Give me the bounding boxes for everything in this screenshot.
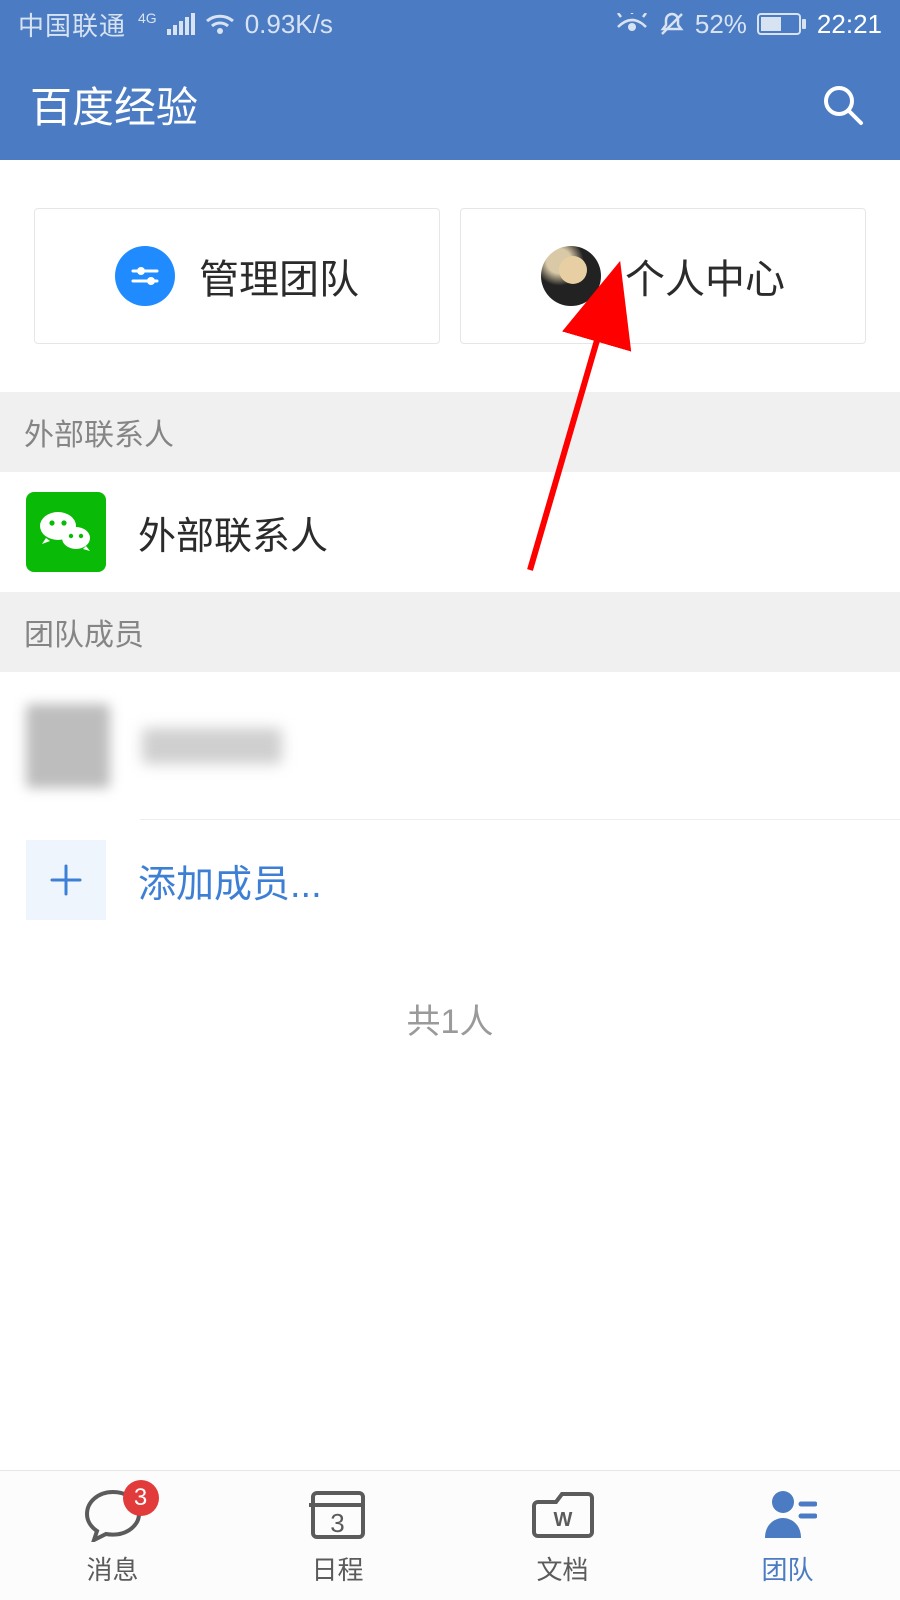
manage-team-label: 管理团队 [199, 247, 359, 305]
add-member-row[interactable]: 添加成员... [0, 820, 900, 940]
section-header-external: 外部联系人 [0, 392, 900, 472]
member-avatar [26, 704, 110, 788]
card-row: 管理团队 个人中心 [0, 160, 900, 392]
nav-docs[interactable]: W 文档 [450, 1471, 675, 1600]
folder-icon: W [532, 1484, 594, 1544]
carrier-label: 中国联通 [18, 6, 126, 43]
divider [140, 819, 900, 820]
nav-messages-label: 消息 [86, 1550, 138, 1587]
avatar [541, 246, 601, 306]
wifi-icon [205, 13, 235, 35]
nav-team-label: 团队 [761, 1550, 813, 1587]
plus-icon [26, 840, 106, 920]
bell-muted-icon [659, 11, 685, 37]
member-count: 共1人 [0, 940, 900, 1097]
section-header-team: 团队成员 [0, 592, 900, 672]
bottom-nav: 3 消息 3 日程 W 文档 团队 [0, 1470, 900, 1600]
nav-docs-label: 文档 [536, 1550, 588, 1587]
clock-time: 22:21 [817, 9, 882, 40]
calendar-day-text: 3 [330, 1508, 344, 1539]
chat-bubble-icon: 3 [81, 1484, 145, 1544]
nav-messages[interactable]: 3 消息 [0, 1471, 225, 1600]
personal-center-card[interactable]: 个人中心 [460, 208, 866, 344]
battery-icon [757, 12, 807, 36]
svg-text:W: W [553, 1509, 572, 1531]
add-member-label: 添加成员... [138, 853, 322, 908]
status-right: 52% 22:21 [615, 9, 882, 40]
member-name [142, 728, 282, 764]
wechat-icon [26, 492, 106, 572]
personal-center-label: 个人中心 [625, 247, 785, 305]
page-title: 百度经验 [30, 74, 198, 135]
manage-team-card[interactable]: 管理团队 [34, 208, 440, 344]
person-icon [759, 1484, 817, 1544]
nav-team[interactable]: 团队 [675, 1471, 900, 1600]
data-speed: 0.93K/s [245, 9, 333, 40]
calendar-icon: 3 [309, 1484, 367, 1544]
messages-badge: 3 [123, 1480, 159, 1516]
team-member-row[interactable] [0, 672, 900, 820]
search-button[interactable] [814, 76, 870, 132]
external-contacts-row[interactable]: 外部联系人 [0, 472, 900, 592]
status-bar: 中国联通 4G 0.93K/s 52% 22:21 [0, 0, 900, 48]
search-icon [819, 81, 865, 127]
battery-pct: 52% [695, 9, 747, 40]
sliders-icon [115, 246, 175, 306]
external-contacts-label: 外部联系人 [138, 505, 328, 560]
app-header: 百度经验 [0, 48, 900, 160]
network-tag: 4G [138, 10, 157, 26]
eye-icon [615, 13, 649, 35]
nav-calendar-label: 日程 [311, 1550, 363, 1587]
signal-icon [167, 13, 195, 35]
status-left: 中国联通 4G 0.93K/s [18, 6, 333, 43]
nav-calendar[interactable]: 3 日程 [225, 1471, 450, 1600]
